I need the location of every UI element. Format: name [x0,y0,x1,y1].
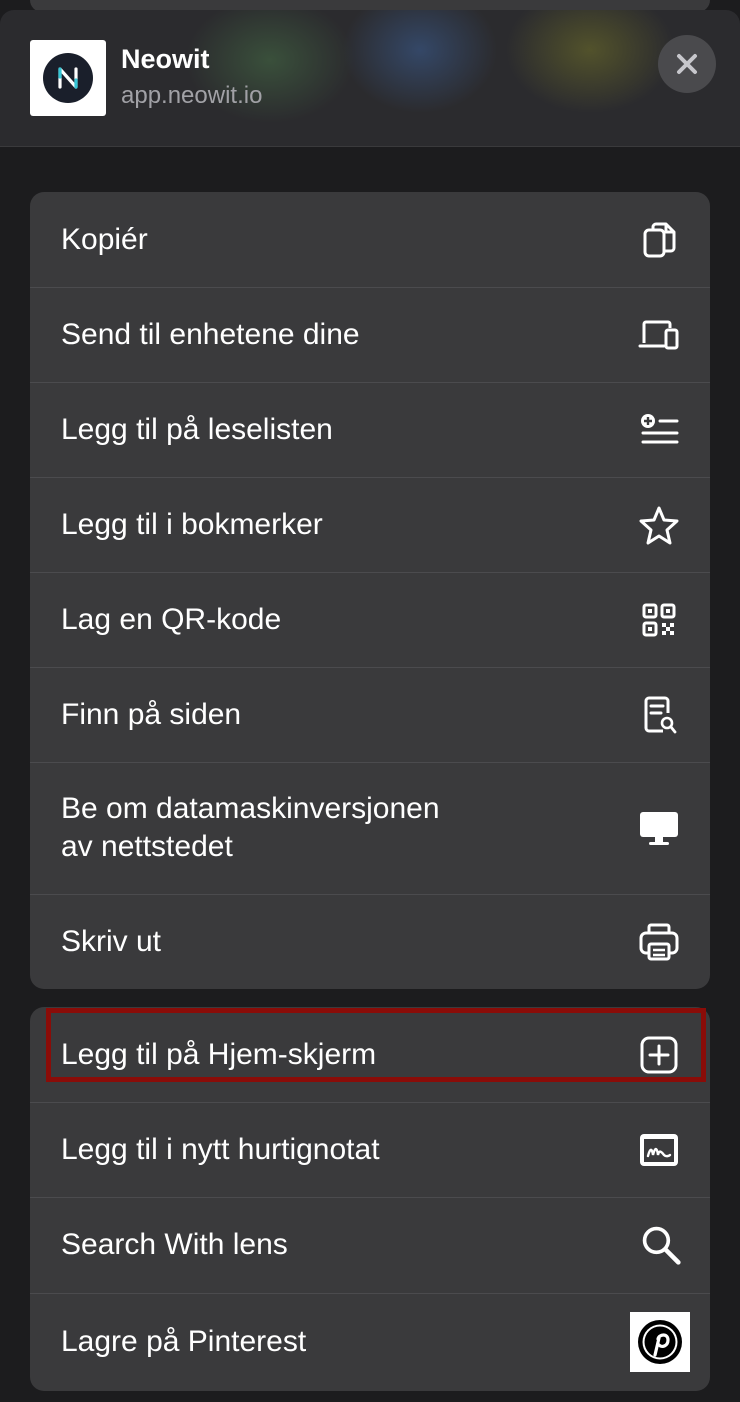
copy-icon [638,219,680,261]
app-url: app.neowit.io [121,82,263,109]
action-label: Kopiér [61,222,148,256]
desktop-icon [638,807,680,849]
action-search-with-lens[interactable]: Search With lens [30,1197,710,1293]
action-label: Finn på siden [61,697,242,731]
pinterest-icon [630,1312,690,1372]
action-save-to-pinterest[interactable]: Lagre på Pinterest [30,1293,710,1391]
reading-list-icon [638,409,680,451]
action-label: Skriv ut [61,924,162,958]
action-print[interactable]: Skriv ut [30,894,710,989]
quick-note-icon [638,1129,680,1171]
action-label: Legg til på Hjem-skjerm [61,1037,377,1071]
close-icon [677,54,697,74]
close-button[interactable] [658,35,716,93]
devices-icon [638,314,680,356]
action-label: Search With lens [61,1228,288,1261]
printer-icon [638,921,680,963]
neowit-logo-icon [58,67,78,89]
action-label: Be om datamaskinversjonen av nettstedet [61,792,440,863]
share-extensions-group: Legg til på Hjem-skjerm Legg til i nytt … [30,1007,710,1391]
star-icon [638,504,680,546]
share-header: Neowit app.neowit.io [0,10,740,147]
find-on-page-icon [638,694,680,736]
qr-code-icon [638,599,680,641]
action-label: Legg til i bokmerker [61,507,323,541]
action-request-desktop-site[interactable]: Be om datamaskinversjonen av nettstedet [30,762,710,894]
add-to-home-icon [638,1034,680,1076]
action-send-to-devices[interactable]: Send til enhetene dine [30,287,710,382]
action-find-on-page[interactable]: Finn på siden [30,667,710,762]
action-bookmarks[interactable]: Legg til i bokmerker [30,477,710,572]
search-icon [640,1224,682,1266]
action-label: Lagre på Pinterest [61,1325,307,1358]
action-qr-code[interactable]: Lag en QR-kode [30,572,710,667]
action-reading-list[interactable]: Legg til på leselisten [30,382,710,477]
action-label: Lag en QR-kode [61,602,282,636]
action-quick-note[interactable]: Legg til i nytt hurtignotat [30,1102,710,1197]
action-add-to-home-screen[interactable]: Legg til på Hjem-skjerm [30,1007,710,1102]
action-label: Legg til i nytt hurtignotat [61,1132,380,1166]
share-actions-group: Kopiér Send til enhetene dine Legg til p… [30,192,710,989]
action-label: Send til enhetene dine [61,317,360,351]
action-label: Legg til på leselisten [61,412,333,446]
app-title: Neowit [121,44,210,74]
action-copy[interactable]: Kopiér [30,192,710,287]
app-logo [30,40,106,116]
